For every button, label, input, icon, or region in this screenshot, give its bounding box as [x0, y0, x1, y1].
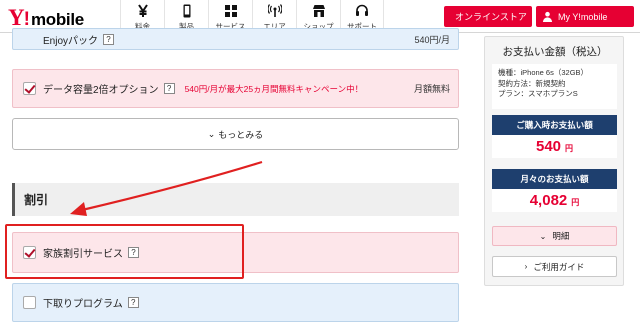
annotation-highlight-box: [5, 224, 244, 279]
option-price: 月額無料: [413, 84, 450, 94]
campaign-text: 540円/月が最大25ヵ月間無料キャンペーン中！: [184, 83, 364, 94]
option-price: 540円/月: [414, 34, 450, 45]
logo-word: mobile: [30, 10, 84, 29]
help-icon[interactable]: ?: [127, 297, 139, 308]
online-store-button[interactable]: オンラインストア: [444, 6, 532, 27]
yen-icon: [137, 4, 148, 17]
discount-label: 下取りプログラム: [43, 299, 123, 310]
payment-summary: お支払い金額（税込） 機種：iPhone 6s（32GB） 契約方法：新規契約 …: [484, 36, 624, 286]
chevron-right-icon: ›: [524, 262, 528, 271]
help-icon[interactable]: ?: [103, 33, 115, 45]
show-more-button[interactable]: ⌄ もっとみる: [12, 118, 459, 150]
summary-title: お支払い金額（税込）: [502, 46, 608, 58]
currency-label: 円: [571, 197, 580, 207]
monthly-payment-header: 月々のお支払い額: [492, 169, 617, 189]
currency-label: 円: [565, 143, 574, 153]
amount-value: 540: [535, 138, 562, 155]
monthly-payment-amount: 4,082 円: [492, 189, 617, 212]
usage-guide-button[interactable]: › ご利用ガイド: [492, 256, 617, 277]
ymobile-logo[interactable]: Y! mobile: [8, 5, 84, 30]
my-ymobile-label: My Y!mobile: [558, 11, 608, 22]
headset-icon: [356, 4, 368, 16]
details-label: 明細: [552, 231, 570, 241]
option-row-data-double[interactable]: データ容量2倍オプション ? 540円/月が最大25ヵ月間無料キャンペーン中！ …: [12, 69, 459, 108]
option-row-enjoy-pack[interactable]: Enjoyパック ? 540円/月: [12, 28, 459, 50]
show-more-label: もっとみる: [218, 129, 264, 140]
checkbox[interactable]: [23, 82, 36, 95]
annotation-arrow: [70, 160, 263, 216]
option-label: データ容量2倍オプション: [43, 85, 159, 96]
spec-model: 機種：iPhone 6s（32GB）: [498, 68, 589, 77]
details-button[interactable]: ⌄ 明細: [492, 226, 617, 246]
guide-label: ご利用ガイド: [533, 261, 585, 272]
contract-spec: 機種：iPhone 6s（32GB） 契約方法：新規契約 プラン：スマホプランS: [492, 64, 617, 109]
purchase-payment-header: ご購入時お支払い額: [492, 115, 617, 135]
online-store-label: オンラインストア: [455, 12, 527, 22]
discount-row-tradein[interactable]: 下取りプログラム ?: [12, 283, 459, 322]
grid-icon: [224, 5, 237, 17]
amount-value: 4,082: [529, 192, 568, 209]
shop-icon: [312, 5, 325, 17]
help-icon[interactable]: ?: [163, 83, 175, 94]
phone-icon: [183, 4, 190, 18]
chevron-down-icon: ⌄: [207, 128, 216, 139]
user-icon: [542, 11, 553, 22]
checkbox[interactable]: [23, 296, 36, 309]
spec-plan: プラン：スマホプランS: [498, 89, 578, 98]
antenna-icon: [267, 4, 282, 17]
spec-contract: 契約方法：新規契約: [498, 78, 566, 88]
purchase-payment-amount: 540 円: [492, 135, 617, 158]
option-label: Enjoyパック: [43, 35, 99, 47]
chevron-down-icon: ⌄: [539, 231, 547, 241]
my-ymobile-button[interactable]: My Y!mobile: [536, 6, 634, 27]
